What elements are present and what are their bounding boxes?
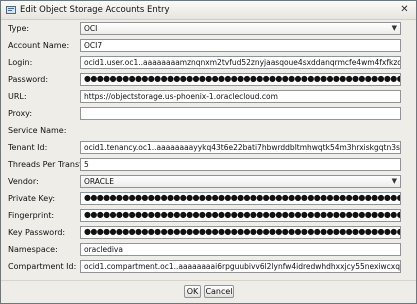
vendor-value: ORACLE	[84, 177, 114, 186]
service-name-label: Service Name:	[8, 126, 67, 135]
cancel-button[interactable]: Cancel	[204, 285, 234, 298]
namespace-field[interactable]: oraclediva	[80, 243, 401, 256]
private-key-label: Private Key:	[8, 194, 56, 203]
password-field[interactable]: ●●●●●●●●●●●●●●●●●●●●●●●●●●●●●●●●●●●●●●●●…	[80, 73, 401, 86]
window-title: Edit Object Storage Accounts Entry	[20, 5, 170, 15]
key-password-row: Key Password: ●●●●●●●●●●●●●●●●●●●●●●●●●●…	[1, 225, 416, 241]
ok-button[interactable]: OK	[184, 285, 201, 298]
proxy-row: Proxy:	[1, 106, 416, 122]
tenant-id-label: Tenant Id:	[8, 143, 48, 152]
proxy-field[interactable]	[80, 107, 401, 120]
service-name-row: Service Name:	[1, 123, 416, 139]
key-password-label: Key Password:	[8, 228, 66, 237]
dialog-window: Edit Object Storage Accounts Entry ✕ Typ…	[0, 0, 417, 304]
url-label: URL:	[8, 92, 27, 101]
account-name-field[interactable]: OCI7	[80, 39, 401, 52]
login-row: Login: ocid1.user.oc1..aaaaaaaamznqnxm2t…	[1, 55, 416, 71]
account-name-row: Account Name: OCI7	[1, 38, 416, 54]
key-password-field[interactable]: ●●●●●●●●●●●●●●●●●●●●●●●●●●●●●●●●●●●●●●●●…	[80, 226, 401, 239]
vendor-select[interactable]: ORACLE ▼	[80, 175, 401, 188]
compartment-id-label: Compartment Id:	[8, 262, 77, 271]
title-bar[interactable]: Edit Object Storage Accounts Entry ✕	[1, 1, 416, 20]
threads-field[interactable]: 5	[80, 158, 401, 171]
vendor-label: Vendor:	[8, 177, 39, 186]
fingerprint-label: Fingerprint:	[8, 211, 55, 220]
vendor-row: Vendor: ORACLE ▼	[1, 174, 416, 190]
compartment-id-row: Compartment Id: ocid1.compartment.oc1..a…	[1, 259, 416, 275]
password-row: Password: ●●●●●●●●●●●●●●●●●●●●●●●●●●●●●●…	[1, 72, 416, 88]
account-name-label: Account Name:	[8, 41, 70, 50]
login-field[interactable]: ocid1.user.oc1..aaaaaaaamznqnxm2tvfud52z…	[80, 56, 401, 69]
type-value: OCI	[84, 24, 98, 33]
password-label: Password:	[8, 75, 49, 84]
chevron-down-icon[interactable]: ▼	[392, 23, 397, 34]
fingerprint-row: Fingerprint: ●●●●●●●●●●●●●●●●●●●●●●●●●●●…	[1, 208, 416, 224]
url-field[interactable]: https://objectstorage.us-phoenix-1.oracl…	[80, 90, 401, 103]
tenant-id-field[interactable]: ocid1.tenancy.oc1..aaaaaaaayykq43t6e22ba…	[80, 141, 401, 154]
fingerprint-field[interactable]: ●●●●●●●●●●●●●●●●●●●●●●●●●●●●●●●●●●●●●●●●…	[80, 209, 401, 222]
tenant-id-row: Tenant Id: ocid1.tenancy.oc1..aaaaaaaayy…	[1, 140, 416, 156]
chevron-down-icon[interactable]: ▼	[392, 176, 397, 187]
close-icon[interactable]: ✕	[399, 5, 410, 15]
proxy-label: Proxy:	[8, 109, 33, 118]
threads-row: Threads Per Transfer: 5	[1, 157, 416, 173]
compartment-id-field[interactable]: ocid1.compartment.oc1..aaaaaaaai6rpguubi…	[80, 260, 401, 273]
namespace-label: Namespace:	[8, 245, 58, 254]
private-key-field[interactable]: ●●●●●●●●●●●●●●●●●●●●●●●●●●●●●●●●●●●●●●●●…	[80, 192, 401, 205]
type-label: Type:	[8, 24, 30, 33]
app-icon	[6, 6, 16, 14]
button-divider	[1, 280, 416, 281]
type-select[interactable]: OCI ▼	[80, 22, 401, 35]
type-row: Type: OCI ▼	[1, 21, 416, 37]
login-label: Login:	[8, 58, 33, 67]
private-key-row: Private Key: ●●●●●●●●●●●●●●●●●●●●●●●●●●●…	[1, 191, 416, 207]
namespace-row: Namespace: oraclediva	[1, 242, 416, 258]
url-row: URL: https://objectstorage.us-phoenix-1.…	[1, 89, 416, 105]
